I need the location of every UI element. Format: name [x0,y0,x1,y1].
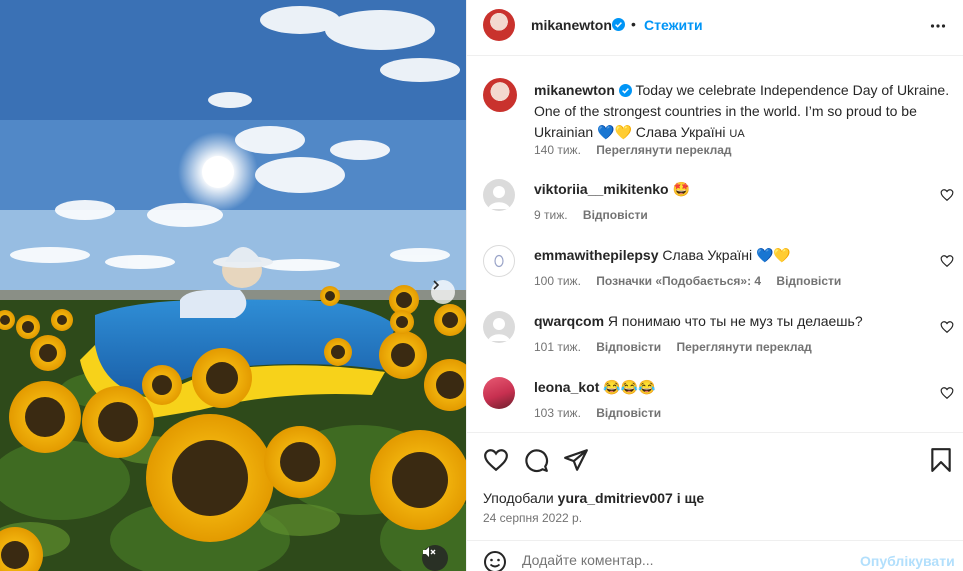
comment-text: 😂😂😂 [603,379,656,395]
follow-button[interactable]: Стежити [644,17,703,33]
comment-icon[interactable] [523,447,549,473]
commenter-avatar[interactable] [483,245,515,277]
comment-like-heart-icon[interactable] [940,386,954,400]
comment-input[interactable] [522,549,852,571]
reply-button[interactable]: Відповісти [596,406,661,420]
next-media-button[interactable] [431,280,455,304]
caption-timestamp[interactable]: 140 тиж. [534,143,581,157]
heart-icon[interactable] [483,447,509,473]
post-details-panel: mikanewton • Стежити mikanewton Today we… [467,0,963,571]
comment-text: Я понимаю что ты не муз ты делаешь? [607,313,863,329]
comment-text: 🤩 [672,181,690,197]
likes-user-link[interactable]: yura_dmitriev007 [558,490,673,506]
verified-badge-icon [618,84,632,97]
reply-button[interactable]: Відповісти [776,274,841,288]
sunflower-field-photo [0,0,466,571]
bookmark-icon[interactable] [928,447,954,473]
comment-like-heart-icon[interactable] [940,254,954,268]
reply-button[interactable]: Відповісти [596,340,661,354]
commenter-username[interactable]: viktoriia__mikitenko [534,181,669,197]
commenter-username[interactable]: leona_kot [534,379,599,395]
comment-item: viktoriia__mikitenko 🤩 9 тиж. Відповісти [467,174,963,240]
caption-text-line-1: Today we celebrate Independence Day of U… [635,82,950,98]
caption-translate-link[interactable]: Переглянути переклад [596,143,731,157]
author-avatar[interactable] [483,9,515,41]
comment-timestamp[interactable]: 103 тиж. [534,406,581,420]
commenter-username[interactable]: qwarqcom [534,313,604,329]
separator-dot: • [631,16,636,32]
reply-button[interactable]: Відповісти [583,208,648,222]
default-avatar-icon [488,186,510,209]
caption-author-username[interactable]: mikanewton [534,82,615,98]
translate-link[interactable]: Переглянути переклад [676,340,811,354]
egg-avatar-icon [494,254,504,268]
add-comment-bar: Опублікувати [467,540,963,571]
post-date[interactable]: 24 серпня 2022 р. [483,511,582,525]
caption-text-line-2: One of the strongest countries in the wo… [534,103,917,119]
likes-prefix: Уподобали [483,490,554,506]
verified-badge-icon [612,18,625,31]
default-avatar-icon [488,318,510,341]
commenter-avatar[interactable] [483,377,515,409]
commenter-avatar[interactable] [483,179,515,211]
publish-button[interactable]: Опублікувати [860,553,955,569]
commenter-username[interactable]: emmawithepilepsy [534,247,659,263]
comment-timestamp[interactable]: 100 тиж. [534,274,581,288]
commenter-avatar[interactable] [483,311,515,343]
author-username[interactable]: mikanewton [531,17,612,33]
comment-like-heart-icon[interactable] [940,188,954,202]
caption-text-line-3: Ukrainian 💙💛 Слава Україні [534,124,726,140]
comment-item: leona_kot 😂😂😂 103 тиж. Відповісти [467,372,963,438]
send-icon[interactable] [563,447,589,473]
chevron-right-icon [433,280,440,290]
emoji-icon[interactable] [483,550,507,571]
mute-toggle-button[interactable] [422,545,448,571]
likes-more-link[interactable]: і ще [677,490,704,506]
post-header: mikanewton • Стежити [467,0,963,56]
comment-item: emmawithepilepsy Слава Україні 💙💛 100 ти… [467,240,963,306]
ukraine-flag-label: UA [729,128,745,140]
post-media[interactable] [0,0,466,571]
comment-item: qwarqcom Я понимаю что ты не муз ты дела… [467,306,963,372]
comment-likes-count[interactable]: Позначки «Подобається»: 4 [596,274,761,288]
comment-text: Слава Україні 💙💛 [662,247,791,263]
comment-timestamp[interactable]: 9 тиж. [534,208,568,222]
speaker-muted-icon [423,547,436,557]
more-options-icon[interactable] [930,18,946,34]
comment-timestamp[interactable]: 101 тиж. [534,340,581,354]
caption-author-avatar[interactable] [483,78,517,112]
comment-like-heart-icon[interactable] [940,320,954,334]
